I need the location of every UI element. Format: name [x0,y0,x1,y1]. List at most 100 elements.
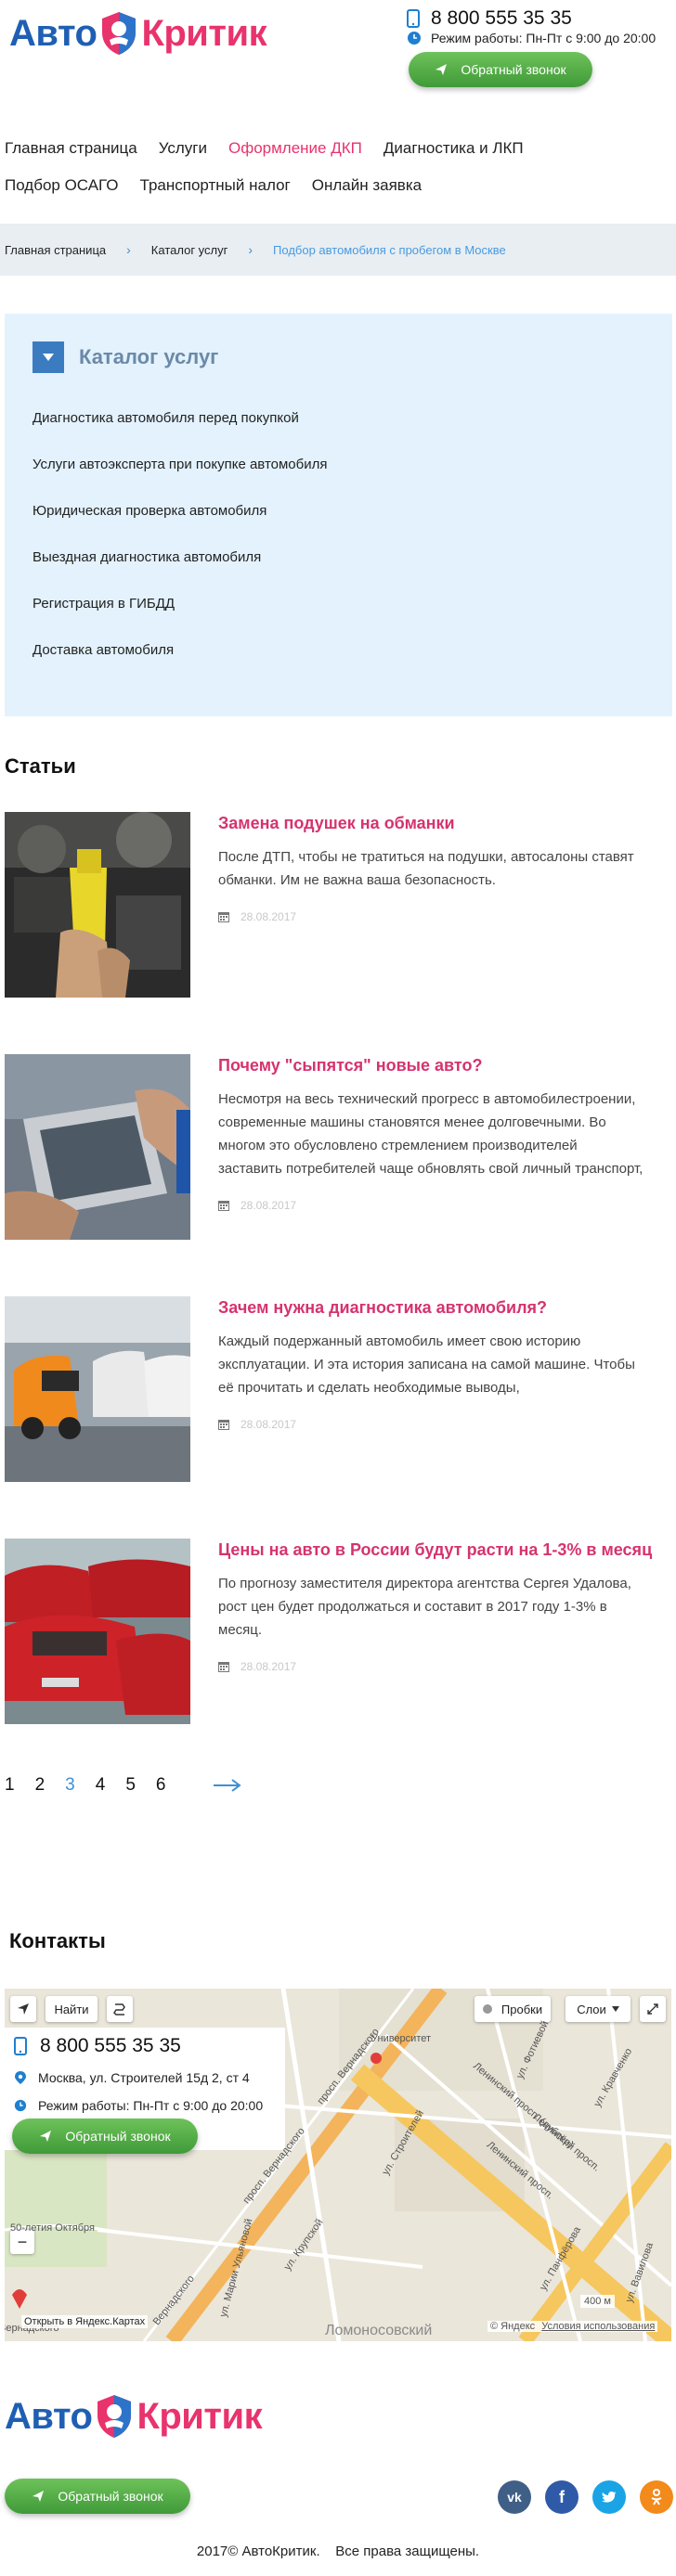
site-logo[interactable]: Авто Критик [9,9,267,58]
article-excerpt-line: эксплуатации. И эта история записана на … [218,1357,635,1372]
nav-item-dkp[interactable]: Оформление ДКП [228,139,362,158]
contacts-heading: Контакты [9,1929,106,1952]
location-pin-icon [15,2071,26,2084]
services-catalog: Каталог услуг Диагностика автомобиля пер… [5,314,672,716]
map-label: 50-летия Октября [10,2222,96,2234]
odnoklassniki-icon[interactable] [640,2480,673,2514]
contacts-map[interactable]: Найти Пробки Слои 8 800 555 35 35 Москва… [5,1989,671,2341]
map-district-label: Ломоносовский [325,2323,433,2338]
header-phone-number: 8 800 555 35 35 [431,7,572,29]
article-excerpt-line: Каждый подержанный автомобиль имеет свою… [218,1333,581,1349]
page-link[interactable]: 4 [96,1775,106,1796]
calendar-icon [218,1662,229,1672]
traffic-light-icon [482,2004,492,2014]
article-date-text: 28.08.2017 [240,1418,297,1431]
catalog-toggle-button[interactable] [32,341,64,373]
contacts-address: Москва, ул. Строителей 15д 2, ст 4 [14,2070,250,2085]
article-image-airbag[interactable] [5,812,190,998]
footer-logo[interactable]: Авто Критик [5,2392,263,2441]
vk-icon[interactable]: vk [498,2480,531,2514]
article-excerpt-line: её прочитать и сделать необходимые вывод… [218,1380,520,1396]
calendar-icon [218,912,229,922]
article-title[interactable]: Зачем нужна диагностика автомобиля? [218,1296,670,1319]
nav-item-osago[interactable]: Подбор ОСАГО [5,176,119,195]
social-links: vk f [498,2480,676,2514]
yandex-brand: © Яндекс [490,2321,536,2332]
route-icon [113,2003,125,2016]
triangle-down-icon [43,354,54,361]
breadcrumb-catalog[interactable]: Каталог услуг [151,243,228,257]
article-excerpt-line: После ДТП, чтобы не тратиться на подушки… [218,849,634,865]
article-excerpt-line: многом это обусловлено стремлением произ… [218,1138,578,1153]
paper-plane-icon [436,64,448,75]
article-date: 28.08.2017 [218,1660,296,1673]
site-header: Авто Критик 8 800 555 35 35 Режим работы… [0,0,676,93]
catalog-item[interactable]: Доставка автомобиля [32,642,174,658]
header-phone[interactable]: 8 800 555 35 35 [407,7,572,30]
article-excerpt-line: месяц. [218,1622,263,1638]
open-in-yandex-link[interactable]: Открыть в Яндекс.Картах [21,2315,149,2328]
article-excerpt-line: обманки. Им не важна ваша безопасность. [218,872,496,888]
page-link-current[interactable]: 3 [65,1775,75,1796]
page-link[interactable]: 2 [35,1775,46,1796]
next-page-arrow-icon[interactable] [214,1778,242,1793]
facebook-icon[interactable]: f [545,2480,578,2514]
article-image-tablet[interactable] [5,1054,190,1240]
footer-callback-button[interactable]: Обратный звонок [5,2479,190,2514]
map-scale: 400 м [580,2295,615,2308]
contacts-phone[interactable]: 8 800 555 35 35 [14,2035,181,2057]
article-title[interactable]: Почему "сыпятся" новые авто? [218,1054,670,1076]
footer-callback-label: Обратный звонок [58,2489,163,2504]
calendar-icon [218,1420,229,1430]
header-callback-button[interactable]: Обратный звонок [409,52,592,87]
map-route-button[interactable] [107,1996,133,2022]
nav-item-diagnostics[interactable]: Диагностика и ЛКП [384,139,524,158]
page-link[interactable]: 5 [125,1775,136,1796]
catalog-item[interactable]: Диагностика автомобиля перед покупкой [32,410,299,426]
articles-heading: Статьи [5,754,76,778]
catalog-header[interactable]: Каталог услуг [32,341,218,373]
header-hours: Режим работы: Пн-Пт с 9:00 до 20:00 [407,31,656,45]
breadcrumb-home[interactable]: Главная страница [5,243,106,257]
nav-item-services[interactable]: Услуги [159,139,207,158]
nav-item-home[interactable]: Главная страница [5,139,137,158]
article-title[interactable]: Цены на авто в России будут расти на 1-3… [218,1539,670,1561]
map-locate-button[interactable] [10,1996,36,2022]
paper-plane-icon [32,2491,45,2502]
article-excerpt-line: Несмотря на весь технический прогресс в … [218,1091,636,1107]
article-date: 28.08.2017 [218,1199,296,1212]
catalog-item[interactable]: Юридическая проверка автомобиля [32,503,266,519]
catalog-item[interactable]: Регистрация в ГИБДД [32,596,175,612]
article-date-text: 28.08.2017 [240,910,297,923]
nav-row-2: Подбор ОСАГО Транспортный налог Онлайн з… [0,167,676,204]
twitter-icon[interactable] [592,2480,626,2514]
catalog-item[interactable]: Услуги автоэксперта при покупке автомоби… [32,457,328,472]
expand-icon [647,2003,658,2015]
map-fullscreen-button[interactable] [640,1996,666,2022]
article-excerpt: После ДТП, чтобы не тратиться на подушки… [218,845,670,892]
page-link[interactable]: 6 [156,1775,166,1796]
page-link[interactable]: 1 [5,1775,15,1796]
article-image-red-cars[interactable] [5,1539,190,1724]
map-find-button[interactable]: Найти [46,1996,98,2022]
map-callback-button[interactable]: Обратный звонок [12,2119,198,2154]
breadcrumb-chevron-icon: › [248,242,254,257]
map-traffic-button[interactable]: Пробки [474,1996,551,2022]
catalog-item[interactable]: Выездная диагностика автомобиля [32,549,261,565]
article-title[interactable]: Замена подушек на обманки [218,812,670,834]
calendar-icon [218,1201,229,1211]
clock-icon [408,32,421,45]
article-image-parked-cars[interactable] [5,1296,190,1482]
article-card: Зачем нужна диагностика автомобиля? Кажд… [5,1296,670,1482]
map-attribution: © Яндекс Условия использования [488,2321,658,2332]
nav-item-online-request[interactable]: Онлайн заявка [312,176,422,195]
breadcrumb-current: Подбор автомобиля с пробегом в Москве [273,242,506,257]
shield-logo-icon [98,2395,132,2438]
nav-item-transport-tax[interactable]: Транспортный налог [140,176,291,195]
paper-plane-icon [40,2131,52,2142]
contacts-phone-number: 8 800 555 35 35 [40,2035,181,2056]
pagination: 1 2 3 4 5 6 [5,1775,242,1796]
map-layers-label: Слои [577,2002,606,2016]
map-terms-link[interactable]: Условия использования [541,2321,655,2332]
map-layers-button[interactable]: Слои [566,1996,630,2022]
